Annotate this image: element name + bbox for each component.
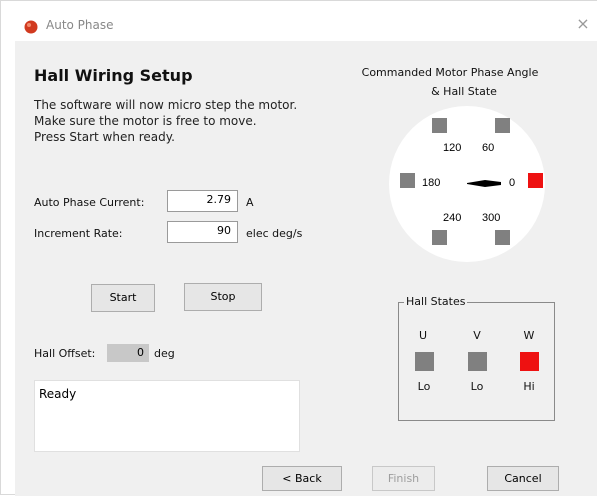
dialog-client-area: Hall Wiring Setup The software will now … bbox=[15, 41, 597, 496]
hall-state-u: Lo bbox=[417, 380, 431, 393]
current-label: Auto Phase Current: bbox=[34, 196, 145, 209]
rate-input[interactable]: 90 bbox=[167, 221, 238, 243]
diagram-title-line2: & Hall State bbox=[431, 85, 497, 98]
instruction-line: Make sure the motor is free to move. bbox=[34, 114, 257, 128]
hall-offset-unit: deg bbox=[154, 347, 175, 360]
close-icon[interactable]: × bbox=[574, 15, 592, 33]
finish-button[interactable]: Finish bbox=[372, 466, 435, 491]
hall-indicator-w bbox=[520, 352, 539, 371]
phase-indicator-240 bbox=[432, 230, 447, 245]
angle-label-180: 180 bbox=[422, 177, 440, 189]
phase-angle-diagram: 120 60 180 0 240 300 bbox=[389, 106, 545, 262]
phase-indicator-180 bbox=[400, 173, 415, 188]
stop-button[interactable]: Stop bbox=[184, 283, 262, 311]
instruction-line: Press Start when ready. bbox=[34, 130, 175, 144]
hall-state-v: Lo bbox=[470, 380, 484, 393]
cancel-button[interactable]: Cancel bbox=[487, 466, 559, 491]
rate-unit: elec deg/s bbox=[246, 227, 303, 240]
instruction-line: The software will now micro step the mot… bbox=[34, 98, 298, 112]
angle-label-240: 240 bbox=[443, 212, 461, 224]
angle-label-0: 0 bbox=[509, 177, 515, 189]
hall-states-title: Hall States bbox=[404, 295, 468, 308]
phase-indicator-120 bbox=[432, 118, 447, 133]
hall-indicator-u bbox=[415, 352, 434, 371]
angle-label-120: 120 bbox=[443, 142, 461, 154]
hall-label-u: U bbox=[418, 329, 428, 342]
app-icon bbox=[24, 20, 38, 34]
page-title: Hall Wiring Setup bbox=[34, 66, 193, 85]
diagram-title: Commanded Motor Phase Angle & Hall State bbox=[335, 63, 565, 101]
back-button[interactable]: < Back bbox=[262, 466, 342, 491]
current-unit: A bbox=[246, 196, 254, 209]
phase-indicator-0 bbox=[528, 173, 543, 188]
hall-label-v: V bbox=[473, 329, 481, 342]
rate-label: Increment Rate: bbox=[34, 227, 123, 240]
phase-indicator-300 bbox=[495, 230, 510, 245]
auto-phase-window: Auto Phase × Hall Wiring Setup The softw… bbox=[0, 0, 597, 496]
title-bar: Auto Phase × bbox=[1, 1, 597, 41]
current-input[interactable]: 2.79 bbox=[167, 190, 238, 212]
instructions: The software will now micro step the mot… bbox=[34, 97, 297, 145]
hall-state-w: Hi bbox=[523, 380, 535, 393]
hall-indicator-v bbox=[468, 352, 487, 371]
angle-label-60: 60 bbox=[482, 142, 494, 154]
hall-offset-value: 0 bbox=[107, 344, 149, 362]
window-title: Auto Phase bbox=[46, 18, 114, 32]
phase-indicator-60 bbox=[495, 118, 510, 133]
status-output: Ready bbox=[34, 380, 300, 452]
diagram-title-line1: Commanded Motor Phase Angle bbox=[361, 66, 539, 79]
angle-label-300: 300 bbox=[482, 212, 500, 224]
hall-label-w: W bbox=[523, 329, 535, 342]
hall-offset-label: Hall Offset: bbox=[34, 347, 96, 360]
start-button[interactable]: Start bbox=[91, 284, 155, 312]
